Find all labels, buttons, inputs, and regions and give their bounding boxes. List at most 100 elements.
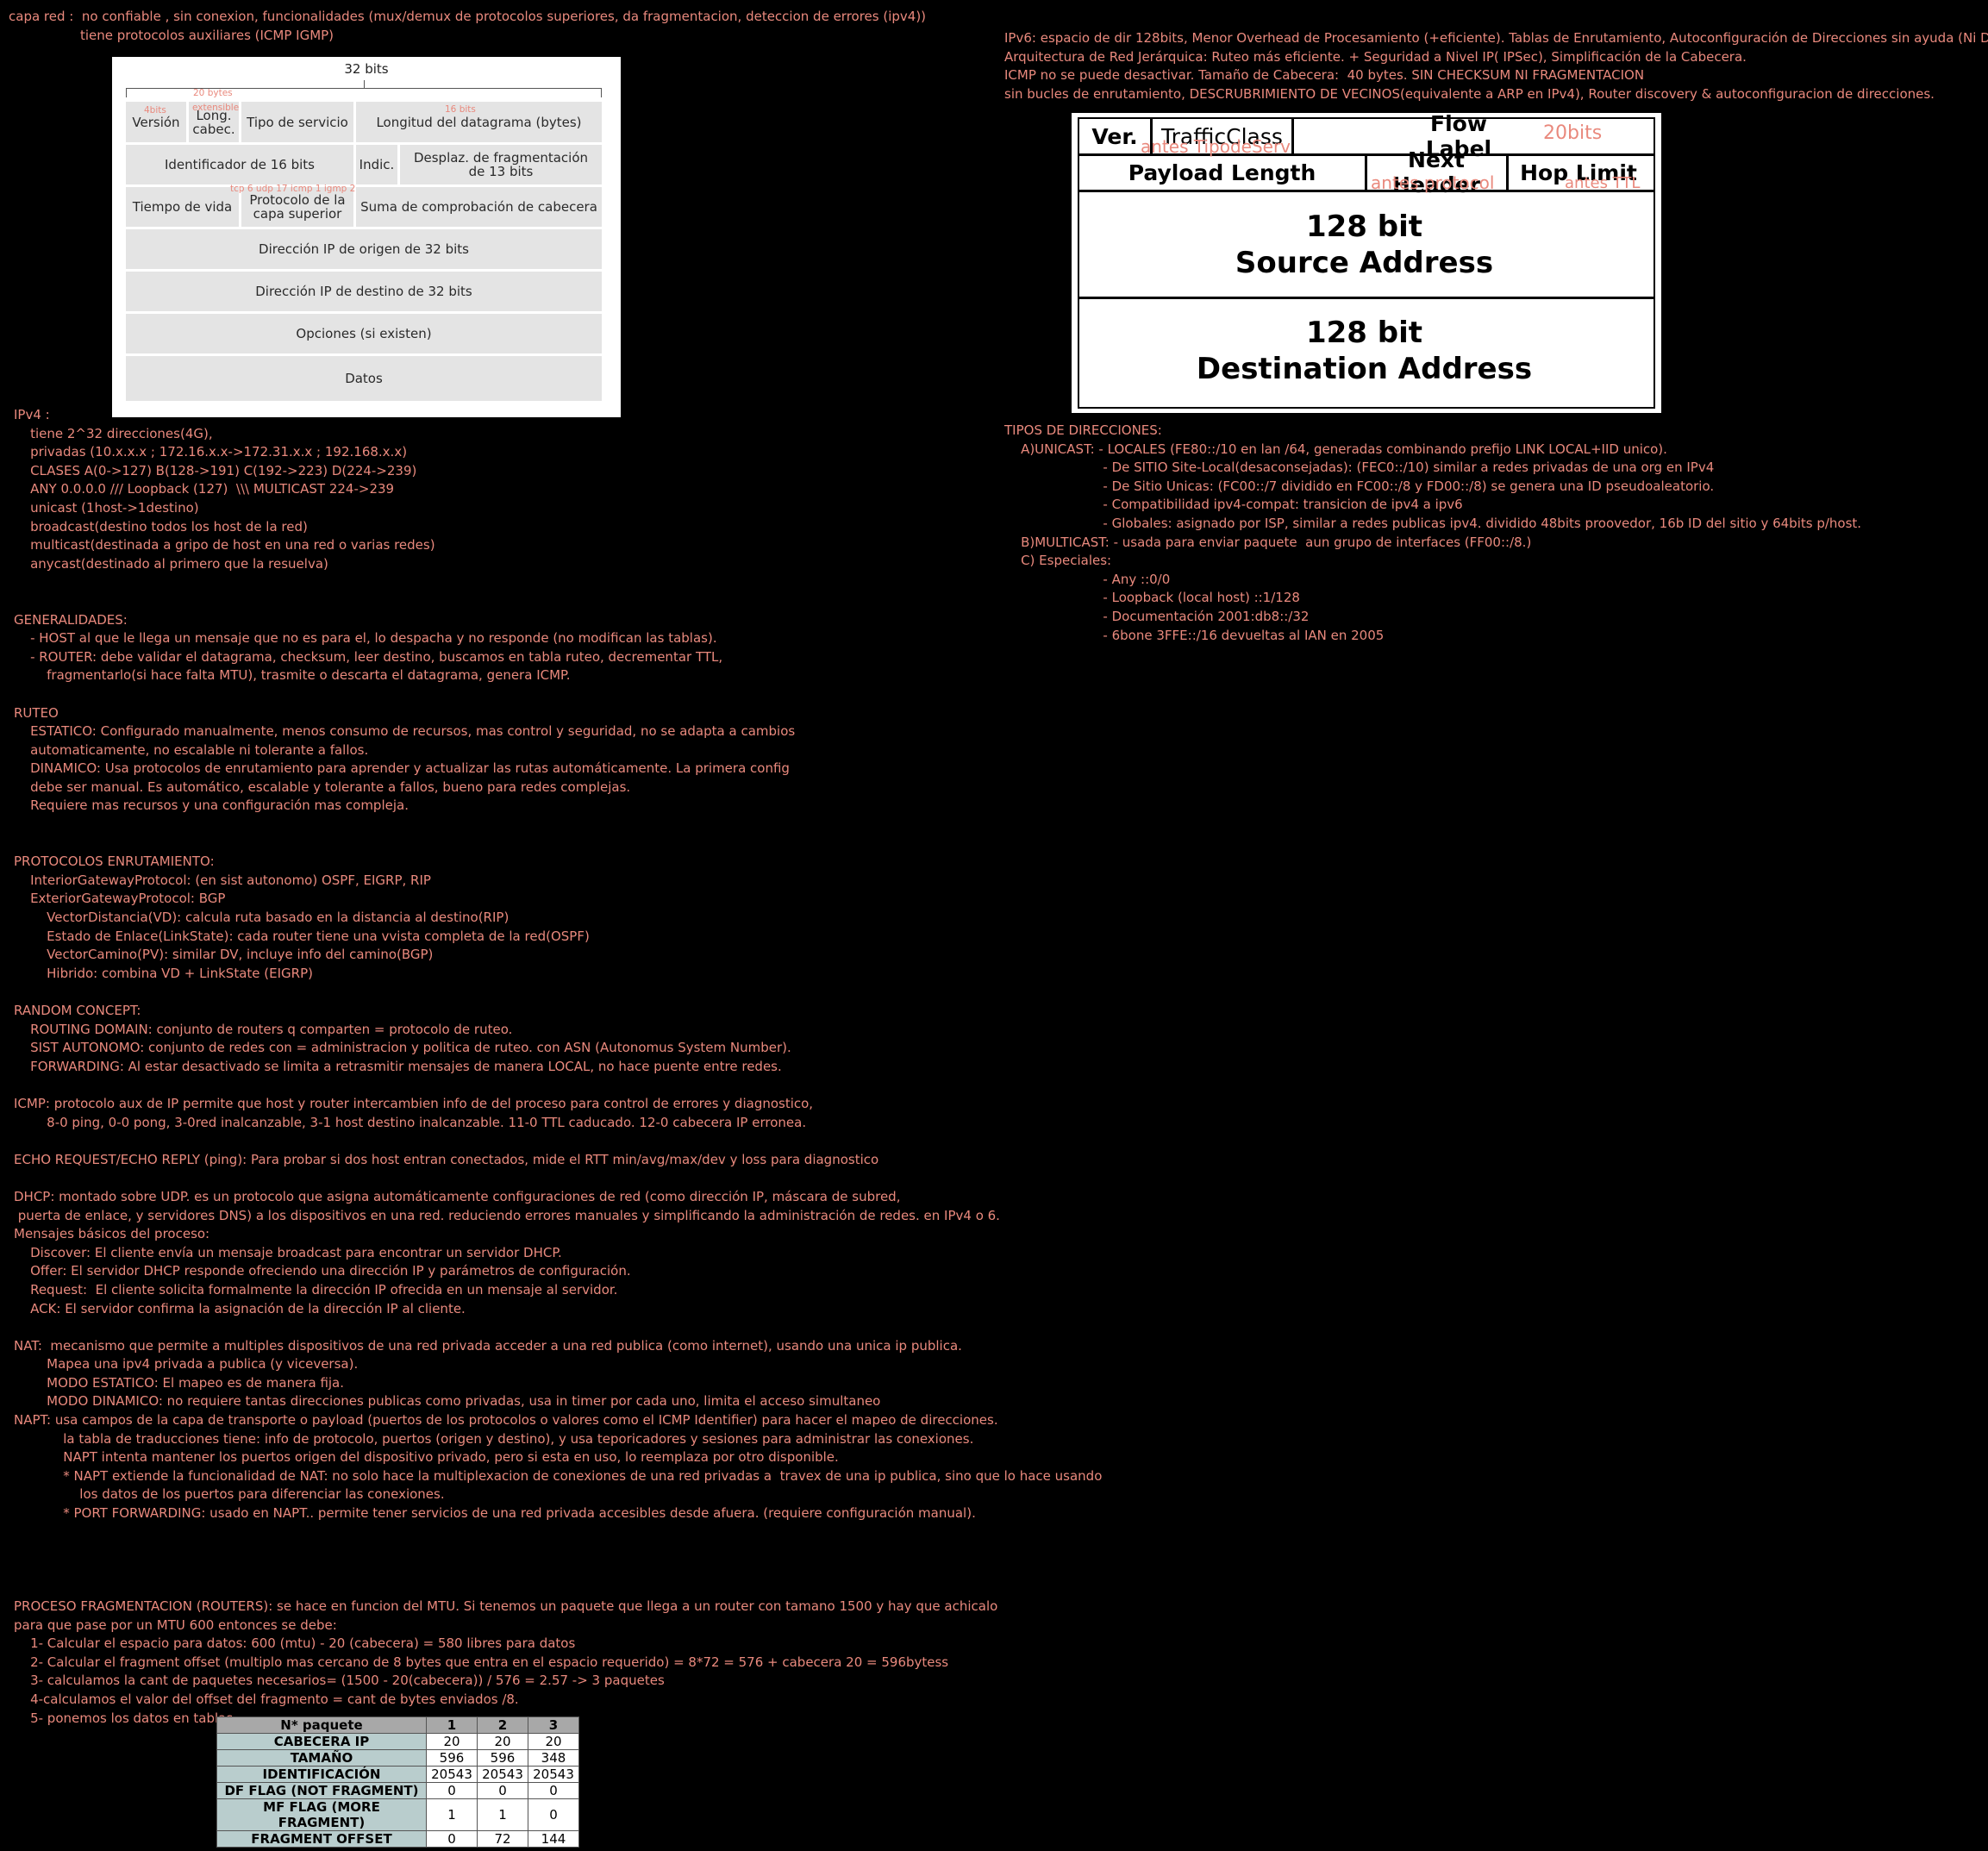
ipv4-header-diagram: 32 bits Versión Long. cabec. Tipo de ser… xyxy=(112,57,621,417)
note-line: NAPT intenta mantener los puertos origen… xyxy=(14,1449,839,1466)
note-line xyxy=(14,1076,1102,1095)
note-line: * PORT FORWARDING: usado en NAPT.. permi… xyxy=(14,1505,976,1522)
note-line: para que pase por un MTU 600 entonces se… xyxy=(14,1616,337,1633)
note-line: 8-0 ping, 0-0 pong, 3-0red inalcanzable,… xyxy=(14,1114,807,1130)
address-types-line: - Documentación 2001:db8::/32 xyxy=(1004,608,1310,624)
ipv6-line: Arquitectura de Red Jerárquica: Ruteo má… xyxy=(1004,48,1747,65)
note-line xyxy=(14,835,1102,854)
table-cell: 72 xyxy=(477,1830,528,1848)
table-cell: 0 xyxy=(528,1782,579,1799)
note-line: Hibrido: combina VD + LinkState (EIGRP) xyxy=(14,965,313,981)
table-cell: 0 xyxy=(426,1830,478,1848)
address-types-line: - De Sitio Unicas: (FC00::/7 dividido en… xyxy=(1004,478,1715,494)
table-row-label: TAMAÑO xyxy=(216,1749,427,1767)
note-line: ROUTING DOMAIN: conjunto de routers q co… xyxy=(14,1021,513,1037)
note-line: la tabla de traducciones tiene: info de … xyxy=(14,1430,974,1447)
ipv4-field-fragment-offset: Desplaz. de fragmentación de 13 bits xyxy=(400,145,602,184)
ipv6-line: IPv6: espacio de dir 128bits, Menor Over… xyxy=(1004,30,1988,46)
address-types-line: - Loopback (local host) ::1/128 xyxy=(1004,590,1300,606)
note-line xyxy=(14,1560,1102,1579)
note-line: FORWARDING: Al estar desactivado se limi… xyxy=(14,1058,782,1074)
table-cell: 20 xyxy=(426,1733,478,1750)
note-line: Mensajes básicos del proceso: xyxy=(14,1226,210,1242)
note-line: - HOST al que le llega un mensaje que no… xyxy=(14,630,717,647)
ipv4-note-20bytes: 20 bytes xyxy=(193,88,233,98)
ipv6-note-tos: antes TipodeServ xyxy=(1141,136,1291,157)
note-line: ExteriorGatewayProtocol: BGP xyxy=(14,891,226,907)
note-line: DHCP: montado sobre UDP. es un protocolo… xyxy=(14,1188,901,1204)
ipv4-field-total-length: Longitud del datagrama (bytes) xyxy=(356,102,602,142)
address-types-section: TIPOS DE DIRECCIONES: A)UNICAST: - LOCAL… xyxy=(1004,422,1861,645)
note-line: NAPT: usa campos de la capa de transport… xyxy=(14,1412,998,1429)
ipv4-bits-label: 32 bits xyxy=(344,61,389,77)
note-line: ECHO REQUEST/ECHO REPLY (ping): Para pro… xyxy=(14,1151,879,1167)
note-line xyxy=(14,1579,1102,1598)
address-types-line: - Compatibilidad ipv4-compat: transicion… xyxy=(1004,497,1463,513)
note-line: MODO ESTATICO: El mapeo es de manera fij… xyxy=(14,1374,345,1391)
note-line: VectorCamino(PV): similar DV, incluye in… xyxy=(14,947,434,963)
note-line: VectorDistancia(VD): calcula ruta basado… xyxy=(14,910,510,926)
table-row: TAMAÑO 596 596 348 xyxy=(216,1749,579,1767)
note-line: Request: El cliente solicita formalmente… xyxy=(14,1281,618,1298)
table-row: FRAGMENT OFFSET 0 72 144 xyxy=(216,1830,579,1848)
ipv6-note-protocol: antes protocol xyxy=(1371,172,1495,193)
note-line: Discover: El cliente envía un mensaje br… xyxy=(14,1244,562,1260)
table-cell: 0 xyxy=(426,1782,478,1799)
table-header-cell: 1 xyxy=(426,1717,478,1734)
note-line: NAT: mecanismo que permite a multiples d… xyxy=(14,1337,962,1354)
table-cell: 0 xyxy=(528,1798,579,1831)
note-line: 1- Calcular el espacio para datos: 600 (… xyxy=(14,1635,576,1652)
ipv6-description: IPv6: espacio de dir 128bits, Menor Over… xyxy=(1004,29,1988,103)
table-cell: 20 xyxy=(477,1733,528,1750)
table-cell: 1 xyxy=(426,1798,478,1831)
note-line: debe ser manual. Es automático, escalabl… xyxy=(14,779,631,795)
note-line xyxy=(14,1318,1102,1337)
table-cell: 596 xyxy=(477,1749,528,1767)
table-cell: 20543 xyxy=(477,1766,528,1783)
note-line: RUTEO xyxy=(14,704,59,721)
intro-line-capa-red: capa red : no confiable , sin conexion, … xyxy=(9,9,927,24)
ipv4-field-ttl: Tiempo de vida xyxy=(126,187,239,227)
note-line: CLASES A(0->127) B(128->191) C(192->223)… xyxy=(14,462,417,478)
note-line: RANDOM CONCEPT: xyxy=(14,1003,141,1018)
table-header-row: N* paquete 1 2 3 xyxy=(216,1717,579,1734)
address-types-line: TIPOS DE DIRECCIONES: xyxy=(1004,422,1162,438)
ipv4-note-protocol-numbers: tcp 6 udp 17 icmp 1 igmp 2 xyxy=(230,184,356,194)
address-types-line: - Any ::0/0 xyxy=(1004,571,1171,587)
ipv4-note-4bits: 4bits xyxy=(144,105,166,116)
note-line: * NAPT extiende la funcionalidad de NAT:… xyxy=(14,1467,1103,1484)
ipv4-field-options: Opciones (si existen) xyxy=(126,314,602,353)
note-line: ANY 0.0.0.0 /// Loopback (127) \\\ MULTI… xyxy=(14,481,395,497)
ipv6-field-version: Ver. xyxy=(1091,123,1138,149)
note-line: 4-calculamos el valor del offset del fra… xyxy=(14,1691,519,1707)
ipv6-header-frame: Ver. TrafficClass Flow Label Payload Len… xyxy=(1078,111,1655,409)
table-row-label: MF FLAG (MORE FRAGMENT) xyxy=(216,1798,427,1831)
intro-line-protocolos-aux: tiene protocolos auxiliares (ICMP IGMP) xyxy=(80,28,334,43)
address-types-line: B)MULTICAST: - usada para enviar paquete… xyxy=(1004,534,1532,550)
note-line: 2- Calcular el fragment offset (multiplo… xyxy=(14,1654,949,1670)
table-cell: 348 xyxy=(528,1749,579,1767)
note-line: los datos de los puertos para diferencia… xyxy=(14,1486,445,1503)
table-cell: 596 xyxy=(426,1749,478,1767)
table-row: MF FLAG (MORE FRAGMENT) 1 1 0 xyxy=(216,1798,579,1831)
note-line: puerta de enlace, y servidores DNS) a lo… xyxy=(14,1207,1000,1223)
left-notes-section: IPv4 : tiene 2^32 direcciones(4G), priva… xyxy=(14,406,1102,1728)
address-types-line: - De SITIO Site-Local(desaconsejadas): (… xyxy=(1004,460,1715,476)
note-line: Mapea una ipv4 privada a publica (y vice… xyxy=(14,1356,359,1373)
note-line: automaticamente, no escalable ni toleran… xyxy=(14,741,369,758)
ipv4-field-data: Datos xyxy=(126,356,602,401)
note-line xyxy=(14,592,1102,611)
note-line xyxy=(14,1523,1102,1542)
ipv4-field-identifier: Identificador de 16 bits xyxy=(126,145,353,184)
note-line: PROCESO FRAGMENTACION (ROUTERS): se hace… xyxy=(14,1598,998,1614)
note-line: broadcast(destino todos los host de la r… xyxy=(14,518,308,535)
ipv4-note-extensible: extensible xyxy=(192,103,240,113)
table-cell: 144 xyxy=(528,1830,579,1848)
note-line: anycast(destinado al primero que la resu… xyxy=(14,555,328,572)
ipv6-header-diagram: Ver. TrafficClass Flow Label Payload Len… xyxy=(1072,111,1661,413)
address-types-line: - 6bone 3FFE::/16 devueltas al IAN en 20… xyxy=(1004,627,1385,643)
address-types-line: C) Especiales: xyxy=(1004,553,1112,569)
note-line: privadas (10.x.x.x ; 172.16.x.x->172.31.… xyxy=(14,444,408,460)
note-line: InteriorGatewayProtocol: (en sist autono… xyxy=(14,872,431,888)
address-types-line: A)UNICAST: - LOCALES (FE80::/10 en lan /… xyxy=(1004,441,1667,457)
